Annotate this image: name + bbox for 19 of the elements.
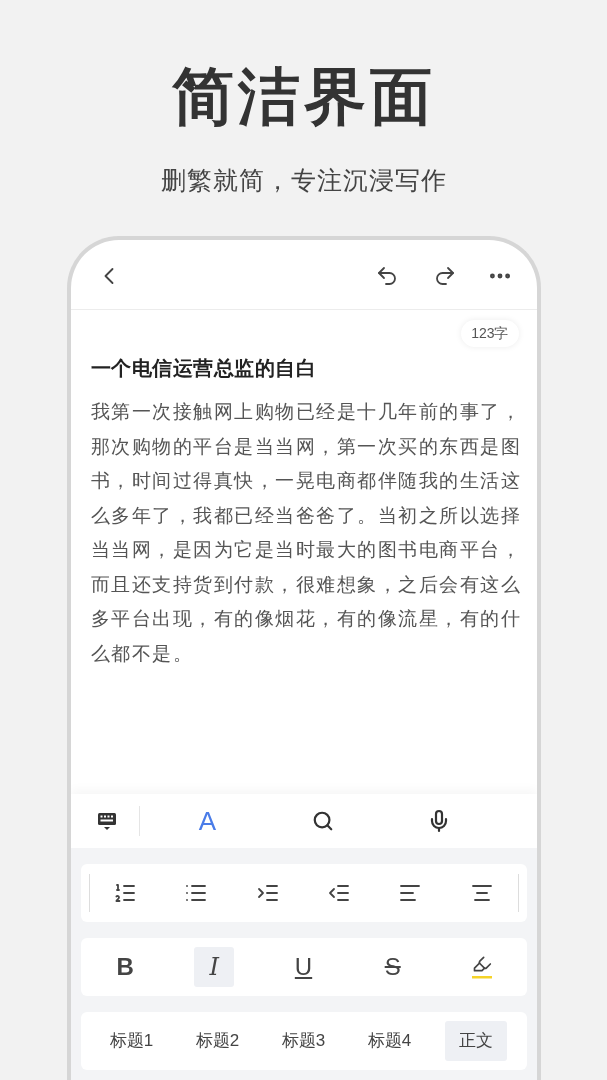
- format-button[interactable]: B: [105, 947, 146, 987]
- paragraph-style-option[interactable]: 标题3: [267, 1021, 340, 1061]
- document-title: 一个电信运营总监的自白: [90, 356, 317, 381]
- subheadline: 删繁就简，专注沉浸写作: [160, 165, 447, 196]
- word-count-badge: 123字: [461, 320, 519, 347]
- format-button[interactable]: I: [194, 947, 235, 987]
- document-body[interactable]: 我第一次接触网上购物已经是十几年前的事了，那次购物的平台是当当网，第一次买的东西是图书，时间过得真快，一晃电商都伴随我的生活这么多年了，我都已经当爸爸了。当初之所以选择当当网，是因为它是当时最大的图书电商平台，而且还支持货到付款，很难想象，之后会有这么多平台出现，有的像烟花，有的像流星，有的什么都不是。: [90, 395, 523, 671]
- keyboard-icon[interactable]: [95, 810, 118, 832]
- numbered-list-icon[interactable]: [113, 881, 138, 905]
- paragraph-style-option[interactable]: 标题4: [353, 1021, 426, 1061]
- format-button[interactable]: U: [283, 947, 324, 987]
- format-button[interactable]: S: [372, 947, 413, 987]
- search-icon[interactable]: [312, 810, 334, 832]
- paragraph-style-option[interactable]: 正文: [444, 1021, 507, 1061]
- paragraph-style-option[interactable]: 标题1: [95, 1021, 168, 1061]
- highlighter-icon: [469, 954, 494, 980]
- headline: 简洁界面: [171, 61, 436, 133]
- paragraph-style-option[interactable]: 标题2: [181, 1021, 254, 1061]
- font-style-tab[interactable]: A: [196, 805, 218, 837]
